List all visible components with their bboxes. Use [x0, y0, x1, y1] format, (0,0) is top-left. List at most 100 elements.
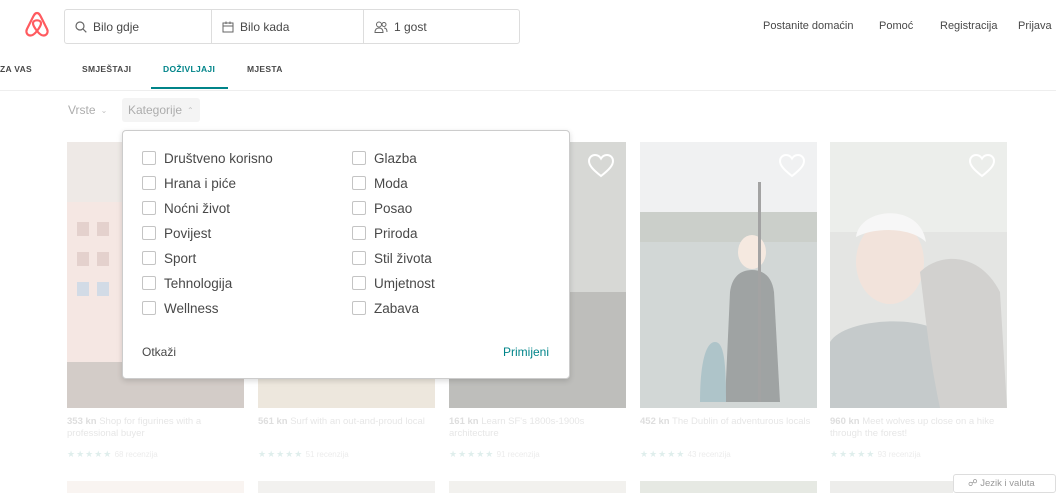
login-link[interactable]: Prijava: [1018, 20, 1052, 32]
become-host-link[interactable]: Postanite domaćin: [763, 20, 854, 32]
search-guests-label: 1 gost: [394, 19, 427, 34]
category-label: Društveno korisno: [164, 150, 273, 166]
checkbox[interactable]: [142, 176, 156, 190]
category-option[interactable]: Sport: [142, 249, 196, 267]
category-label: Umjetnost: [374, 275, 435, 291]
checkbox[interactable]: [142, 301, 156, 315]
category-option[interactable]: Noćni život: [142, 199, 230, 217]
search-where-label: Bilo gdje: [93, 19, 140, 34]
category-option[interactable]: Povijest: [142, 224, 211, 242]
category-label: Povijest: [164, 225, 212, 241]
next-row-card: [67, 481, 244, 493]
category-label: Posao: [374, 200, 413, 216]
review-count: 51 recenzija: [305, 450, 349, 459]
experience-rating: ★★★★★ 43 recenzija: [640, 449, 731, 460]
cancel-button[interactable]: Otkaži: [142, 345, 176, 359]
types-filter-button[interactable]: Vrste ⌄: [62, 98, 113, 122]
chevron-up-icon: ⌃: [187, 105, 194, 115]
search-when-field[interactable]: Bilo kada: [211, 10, 363, 43]
experience-price: 561 kn: [258, 416, 288, 427]
checkbox[interactable]: [142, 226, 156, 240]
review-count: 91 recenzija: [496, 450, 540, 459]
checkbox[interactable]: [352, 201, 366, 215]
rating-stars: ★★★★★: [830, 449, 876, 459]
checkbox[interactable]: [142, 201, 156, 215]
experience-title: 960 kn Meet wolves up close on a hike th…: [830, 416, 1007, 440]
category-option[interactable]: Tehnologija: [142, 274, 232, 292]
rating-stars: ★★★★★: [67, 449, 113, 459]
signup-link[interactable]: Registracija: [940, 20, 997, 32]
category-option[interactable]: Wellness: [142, 299, 219, 317]
search-where-field[interactable]: Bilo gdje: [65, 10, 211, 43]
category-option[interactable]: Društveno korisno: [142, 149, 273, 167]
checkbox[interactable]: [352, 301, 366, 315]
experience-card[interactable]: 960 kn Meet wolves up close on a hike th…: [830, 142, 1007, 469]
review-count: 93 recenzija: [877, 450, 921, 459]
heart-icon[interactable]: [779, 154, 805, 178]
experience-rating: ★★★★★ 91 recenzija: [449, 449, 540, 460]
category-option[interactable]: Stil života: [352, 249, 432, 267]
rating-stars: ★★★★★: [640, 449, 686, 459]
guests-icon: [374, 21, 388, 33]
rating-stars: ★★★★★: [258, 449, 304, 459]
category-option[interactable]: Moda: [352, 174, 408, 192]
tab-experiences[interactable]: DOŽIVLJAJI: [163, 64, 215, 74]
category-label: Priroda: [374, 225, 418, 241]
checkbox[interactable]: [142, 276, 156, 290]
next-row-card: [830, 481, 953, 493]
airbnb-logo[interactable]: [24, 10, 50, 38]
category-label: Glazba: [374, 150, 417, 166]
heart-icon[interactable]: [588, 154, 614, 178]
checkbox[interactable]: [142, 151, 156, 165]
help-link[interactable]: Pomoć: [879, 20, 913, 32]
category-option[interactable]: Glazba: [352, 149, 417, 167]
experience-price: 452 kn: [640, 416, 670, 427]
categories-filter-button[interactable]: Kategorije ⌃: [122, 98, 200, 122]
category-label: Sport: [164, 250, 197, 266]
search-guests-field[interactable]: 1 gost: [363, 10, 519, 43]
language-currency-button[interactable]: ☍ Jezik i valuta: [953, 474, 1056, 493]
heart-icon[interactable]: [969, 154, 995, 178]
next-row-card: [640, 481, 817, 493]
experience-image: [640, 142, 817, 408]
category-tabs: ZA VAS SMJEŠTAJI DOŽIVLJAJI MJESTA: [0, 52, 1056, 90]
next-row-card: [258, 481, 435, 493]
experience-image: [830, 142, 1007, 408]
categories-dropdown: Društveno korisno Hrana i piće Noćni živ…: [122, 130, 570, 379]
experience-card[interactable]: 452 kn The Dublin of adventurous locals …: [640, 142, 817, 469]
category-option[interactable]: Hrana i piće: [142, 174, 236, 192]
tab-for-you[interactable]: ZA VAS: [0, 64, 32, 74]
checkbox[interactable]: [352, 276, 366, 290]
category-label: Wellness: [164, 300, 219, 316]
search-when-label: Bilo kada: [240, 19, 290, 34]
checkbox[interactable]: [352, 251, 366, 265]
types-filter-label: Vrste: [68, 103, 96, 117]
categories-filter-label: Kategorije: [128, 103, 183, 117]
experience-rating: ★★★★★ 93 recenzija: [830, 449, 921, 460]
experience-rating: ★★★★★ 68 recenzija: [67, 449, 158, 460]
tab-places[interactable]: MJESTA: [247, 64, 283, 74]
category-label: Noćni život: [164, 200, 231, 216]
checkbox[interactable]: [142, 251, 156, 265]
category-label: Moda: [374, 175, 408, 191]
experience-title-text: The Dublin of adventurous locals: [672, 416, 811, 427]
checkbox[interactable]: [352, 226, 366, 240]
category-option[interactable]: Posao: [352, 199, 412, 217]
category-label: Hrana i piće: [164, 175, 237, 191]
category-option[interactable]: Priroda: [352, 224, 418, 242]
rating-stars: ★★★★★: [449, 449, 495, 459]
checkbox[interactable]: [352, 151, 366, 165]
search-bar: Bilo gdje Bilo kada 1 gost: [64, 9, 520, 44]
apply-button[interactable]: Primijeni: [503, 345, 549, 359]
language-currency-label: Jezik i valuta: [980, 478, 1035, 489]
experience-title: 561 kn Surf with an out-and-proud local: [258, 416, 435, 428]
category-option[interactable]: Zabava: [352, 299, 419, 317]
review-count: 43 recenzija: [687, 450, 731, 459]
checkbox[interactable]: [352, 176, 366, 190]
search-icon: [75, 20, 87, 33]
experience-price: 161 kn: [449, 416, 479, 427]
experience-price: 960 kn: [830, 416, 860, 427]
active-tab-indicator: [151, 87, 228, 89]
category-option[interactable]: Umjetnost: [352, 274, 435, 292]
tab-stays[interactable]: SMJEŠTAJI: [82, 64, 131, 74]
